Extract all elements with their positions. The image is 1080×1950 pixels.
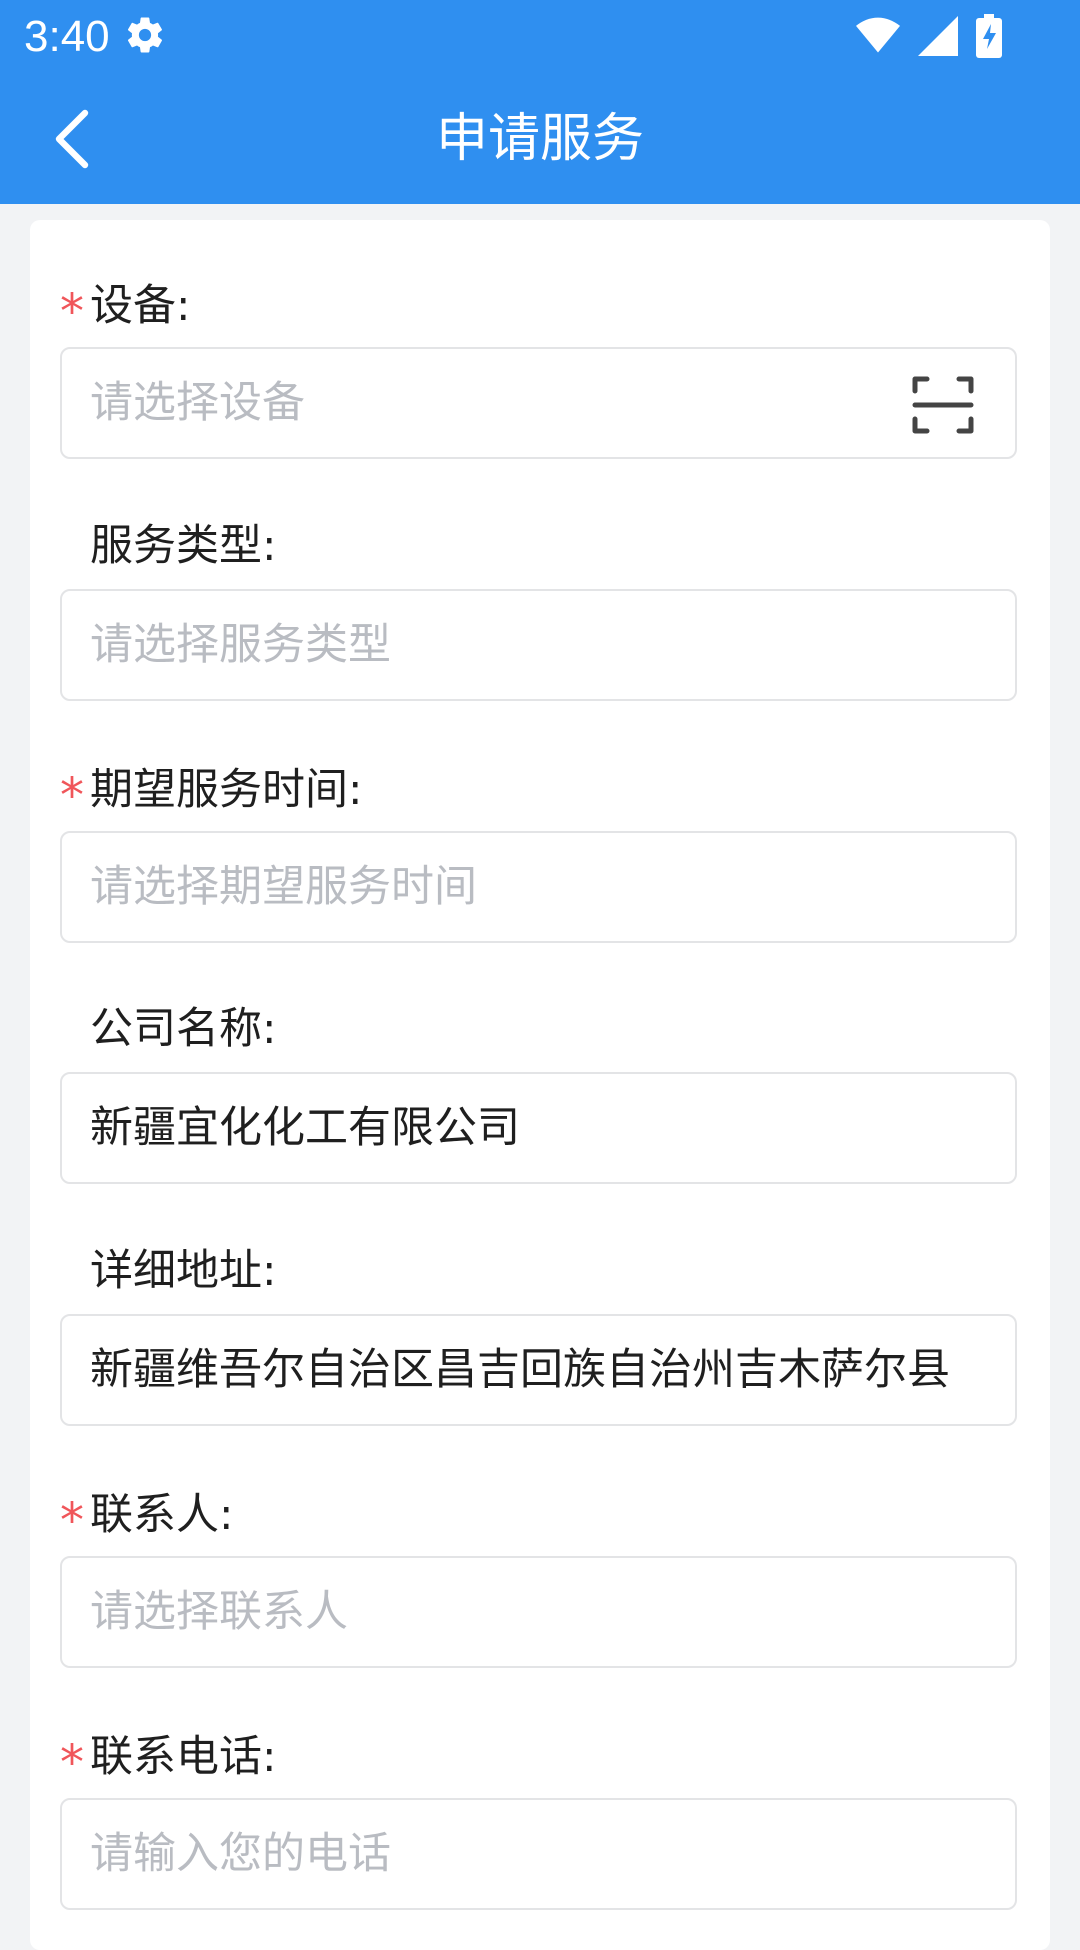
- service-type-select[interactable]: 请选择服务类型: [60, 589, 1017, 701]
- form-card: * 设备: 请选择设备 服务类型: 请选择服务类型 * 期望服务时间: 请选择期望服…: [30, 220, 1050, 1950]
- app-bar: 申请服务: [0, 74, 1080, 204]
- contact-label: * 联系人:: [60, 1490, 234, 1549]
- required-star: *: [60, 1735, 84, 1791]
- phone-input[interactable]: 请输入您的电话: [60, 1798, 1017, 1910]
- phone-label: * 联系电话:: [60, 1732, 277, 1791]
- expected-time-select[interactable]: 请选择期望服务时间: [60, 831, 1017, 943]
- scan-icon[interactable]: [911, 373, 975, 437]
- device-select[interactable]: 请选择设备: [60, 347, 1017, 459]
- phone-placeholder: 请输入您的电话: [90, 1829, 391, 1879]
- address-input[interactable]: 新疆维吾尔自治区昌吉回族自治州吉木萨尔县: [60, 1314, 1017, 1426]
- device-label: * 设备:: [60, 281, 191, 340]
- signal-icon: [918, 16, 958, 56]
- status-time: 3:40: [24, 12, 110, 61]
- expected-time-placeholder: 请选择期望服务时间: [90, 862, 477, 912]
- service-type-placeholder: 请选择服务类型: [90, 620, 391, 670]
- status-right-icons: [856, 12, 1002, 60]
- device-placeholder: 请选择设备: [90, 378, 305, 428]
- contact-select[interactable]: 请选择联系人: [60, 1556, 1017, 1668]
- gear-icon: [127, 17, 162, 53]
- company-value: 新疆宜化化工有限公司: [90, 1103, 520, 1153]
- address-label: 详细地址:: [90, 1246, 277, 1296]
- required-star: *: [60, 284, 84, 340]
- page-title: 申请服务: [435, 109, 644, 169]
- service-type-label: 服务类型:: [90, 521, 277, 571]
- status-bar: 3:40: [0, 0, 1080, 74]
- company-input[interactable]: 新疆宜化化工有限公司: [60, 1072, 1017, 1184]
- contact-placeholder: 请选择联系人: [90, 1587, 348, 1637]
- address-value: 新疆维吾尔自治区昌吉回族自治州吉木萨尔县: [90, 1345, 950, 1395]
- company-label: 公司名称:: [90, 1004, 277, 1054]
- wifi-icon: [856, 17, 900, 53]
- required-star: *: [60, 768, 84, 824]
- battery-charging-icon: [976, 14, 1002, 58]
- required-star: *: [60, 1493, 84, 1549]
- expected-time-label: * 期望服务时间:: [60, 765, 363, 824]
